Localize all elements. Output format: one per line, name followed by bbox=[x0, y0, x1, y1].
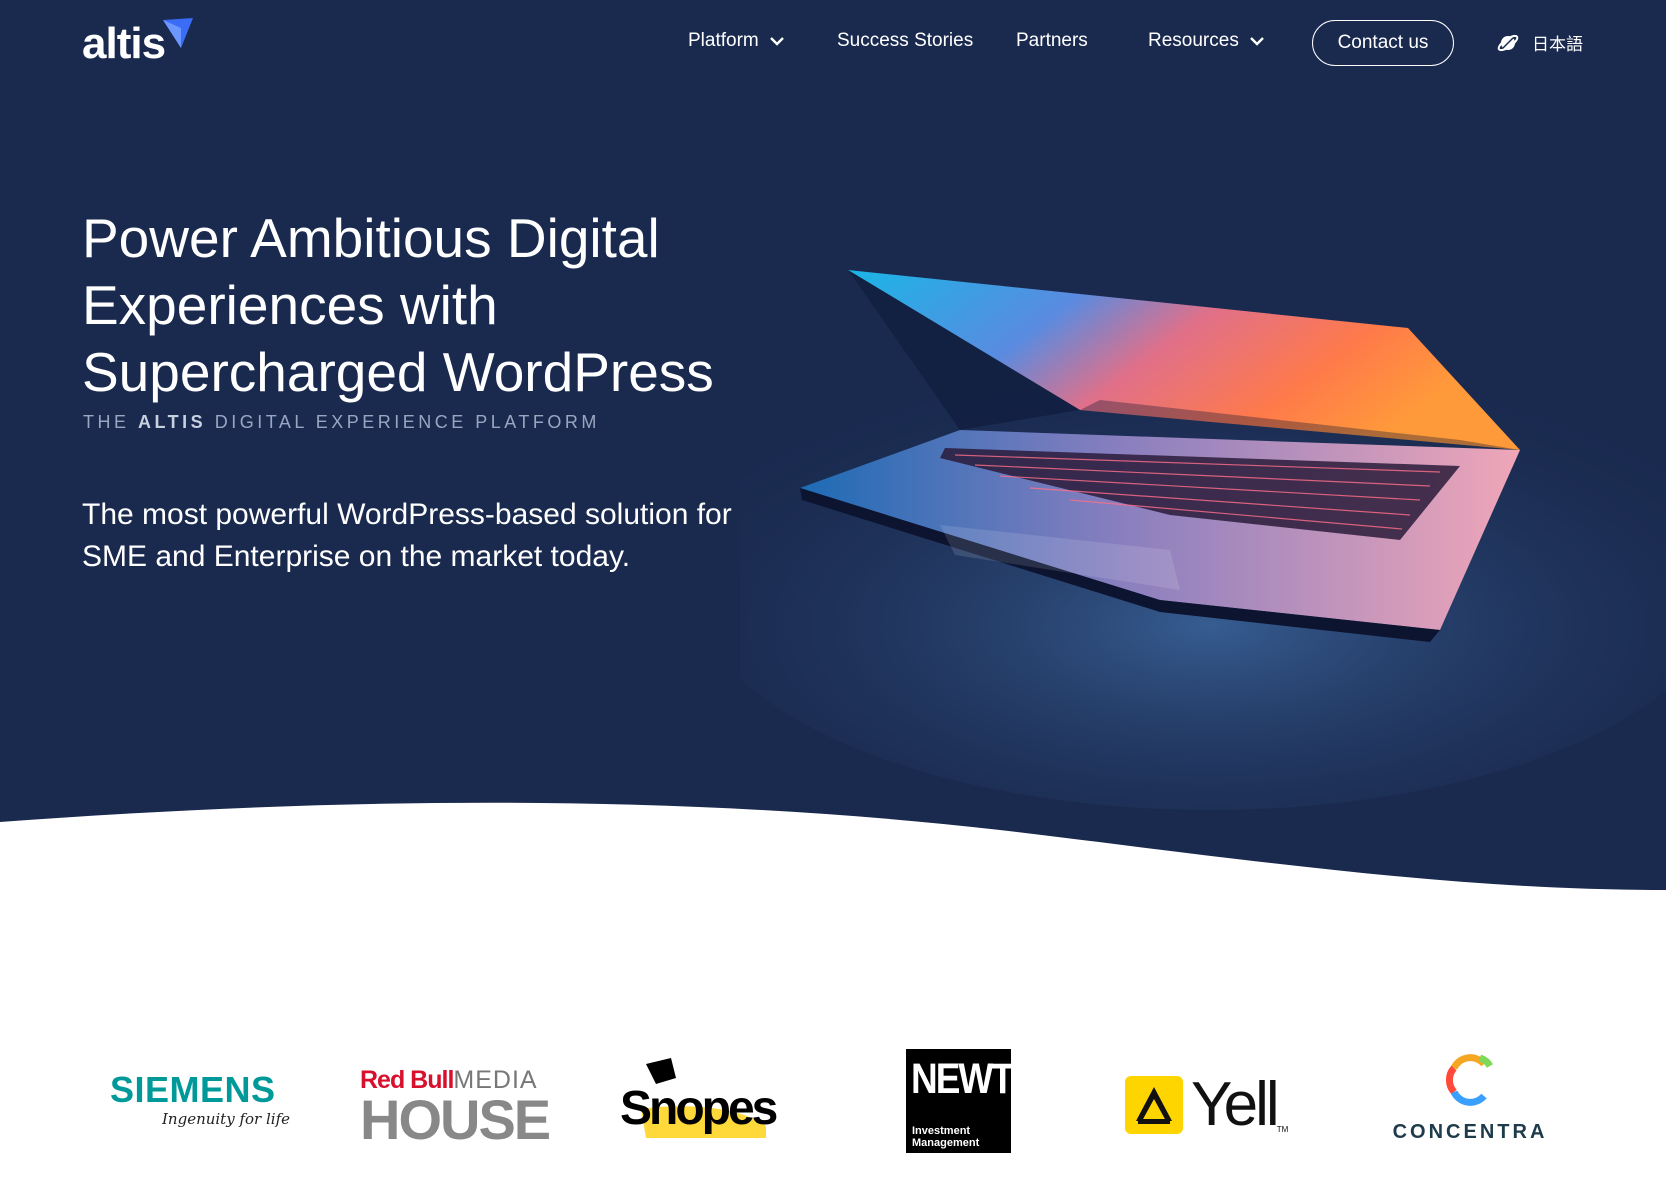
planet-icon bbox=[1497, 34, 1519, 51]
hero-headline: Power Ambitious Digital Experiences with… bbox=[82, 207, 714, 403]
nav-platform[interactable]: Platform bbox=[688, 30, 785, 52]
chevron-down-icon bbox=[1249, 37, 1264, 46]
client-logos: SIEMENS Ingenuity for life Red BullMEDIA… bbox=[0, 1030, 1666, 1180]
snopes-name: Snopes bbox=[620, 1082, 777, 1135]
language-label: 日本語 bbox=[1532, 35, 1583, 54]
concentra-logo: CONCENTRA bbox=[1390, 1054, 1550, 1154]
yell-name: Yell bbox=[1191, 1070, 1280, 1139]
logo-arrow-icon bbox=[163, 18, 194, 48]
nav-resources-label: Resources bbox=[1148, 30, 1239, 51]
newton-sub1: Investment bbox=[912, 1125, 971, 1137]
redbull-media-house-logo: Red BullMEDIA HOUSE bbox=[360, 1066, 551, 1151]
concentra-ring-icon bbox=[1445, 1054, 1494, 1106]
hero-subhead: THE ALTIS DIGITAL EXPERIENCE PLATFORM bbox=[83, 412, 600, 433]
siemens-name: SIEMENS bbox=[110, 1069, 276, 1110]
contact-us-button[interactable]: Contact us bbox=[1312, 20, 1454, 66]
yell-walking-fingers-icon bbox=[1125, 1076, 1183, 1134]
subhead-suffix: DIGITAL EXPERIENCE PLATFORM bbox=[214, 412, 600, 432]
wave-divider bbox=[0, 802, 1666, 900]
siemens-tagline: Ingenuity for life bbox=[162, 1110, 290, 1128]
newton-logo: NEWTON Investment Management bbox=[906, 1049, 1065, 1153]
altis-logo[interactable]: altis bbox=[82, 14, 195, 74]
nav-partners[interactable]: Partners bbox=[1016, 30, 1088, 52]
chevron-down-icon bbox=[769, 37, 784, 46]
nav-partners-label: Partners bbox=[1016, 30, 1088, 51]
logo-text: altis bbox=[82, 19, 166, 68]
language-switcher[interactable]: 日本語 bbox=[1496, 30, 1583, 55]
newton-subtitle: Investment Management bbox=[912, 1125, 979, 1149]
subhead-prefix: THE bbox=[83, 412, 130, 432]
nav-success-stories-label: Success Stories bbox=[837, 30, 974, 51]
nav-resources[interactable]: Resources bbox=[1148, 30, 1265, 52]
redbull-house: HOUSE bbox=[360, 1088, 551, 1151]
hero-section: altis Platform Success Stories Partners … bbox=[0, 0, 1666, 900]
subhead-brand: ALTIS bbox=[138, 412, 207, 432]
newton-name: NEWTON bbox=[911, 1055, 1065, 1103]
nav-platform-label: Platform bbox=[688, 30, 759, 51]
yell-tm: TM bbox=[1276, 1125, 1289, 1134]
yell-logo: Yell TM bbox=[1125, 1070, 1305, 1140]
newton-sub2: Management bbox=[912, 1137, 980, 1149]
laptop-image bbox=[740, 270, 1666, 810]
concentra-name: CONCENTRA bbox=[1392, 1121, 1548, 1143]
snopes-logo: Snopes bbox=[620, 1058, 780, 1138]
nav-success-stories[interactable]: Success Stories bbox=[837, 30, 973, 52]
hero-description: The most powerful WordPress-based soluti… bbox=[82, 498, 732, 573]
siemens-logo: SIEMENS Ingenuity for life bbox=[110, 1069, 290, 1129]
